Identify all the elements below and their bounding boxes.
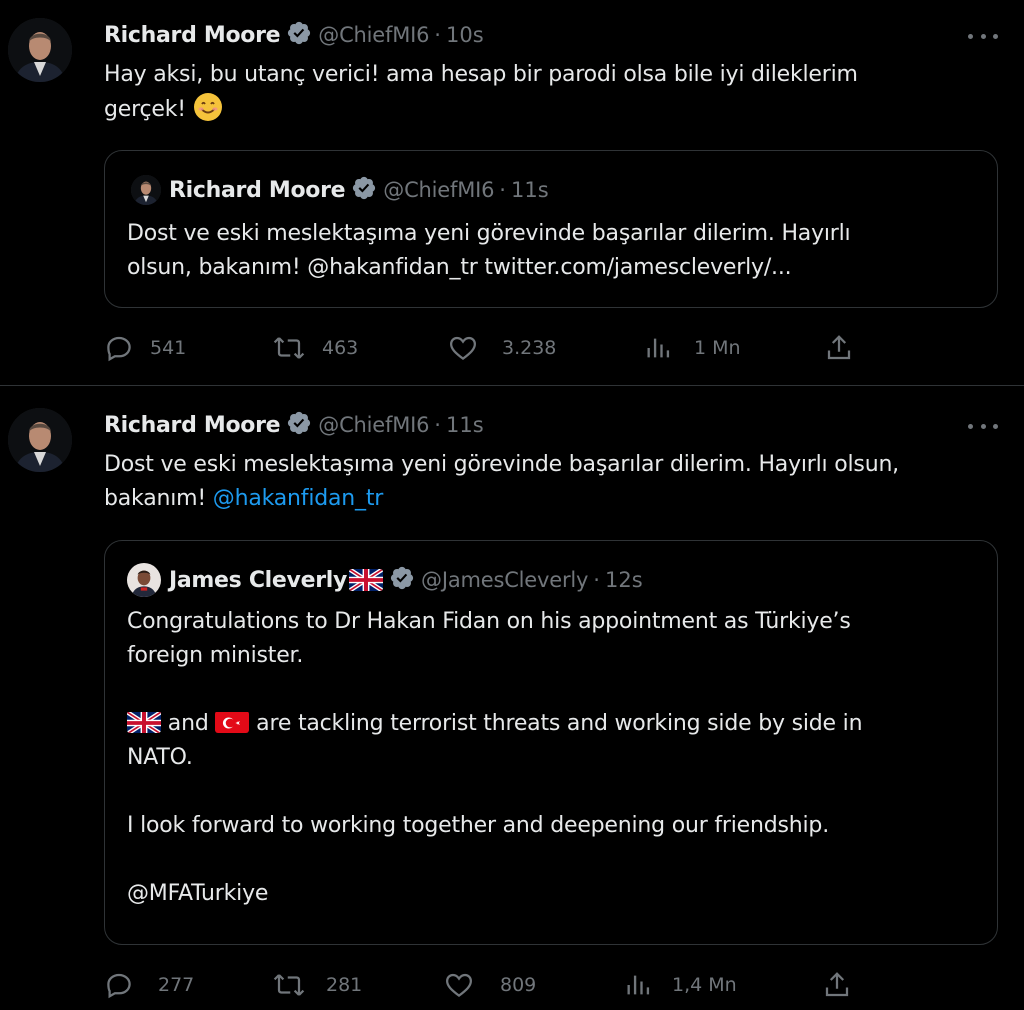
uk-flag-icon [349,569,383,591]
avatar[interactable] [8,408,72,472]
timestamp[interactable]: 10s [446,23,484,47]
author-handle: @ChiefMI6 [383,178,495,202]
author-name: Richard Moore [169,177,346,203]
retweet-count: 463 [322,337,359,359]
quoted-text: Dost ve eski meslektaşıma yeni görevinde… [127,217,977,285]
timestamp: 12s [604,568,643,592]
like-count: 809 [500,974,537,996]
verified-badge-icon [286,410,312,440]
quoted-text-fragment: are tackling terrorist threats and worki… [249,711,863,736]
views-icon [647,338,670,358]
retweet-icon [273,974,305,996]
author-handle[interactable]: @ChiefMI6 [318,23,429,47]
quoted-text-line: and are tackling terrorist threats and w… [127,707,987,741]
tweet-header: Richard Moore @ChiefMI6 · 11s [104,410,484,440]
action-bar: 541 463 3.238 1 Mn [104,330,864,366]
avatar[interactable] [8,18,72,82]
retweet-icon [273,337,305,359]
like-button[interactable]: 809 [444,967,536,1003]
quoted-text-line: foreign minister. [127,643,304,668]
more-icon[interactable] [968,30,998,42]
separator: · [593,568,600,592]
verified-badge-icon [351,175,377,205]
author-name[interactable]: Richard Moore [104,23,281,48]
views-count: 1,4 Mn [672,974,737,996]
author-name: James Cleverly [169,567,348,593]
share-button[interactable] [824,330,854,366]
mention-link[interactable]: @hakanfidan_tr [213,486,384,511]
share-icon [827,335,851,360]
tweet[interactable]: Richard Moore @ChiefMI6 · 10s Hay aksi, … [0,0,1024,386]
quoted-text-line: Dost ve eski meslektaşıma yeni görevinde… [127,221,851,246]
quoted-header: Richard Moore @ChiefMI6 · 11s [169,175,549,205]
timestamp[interactable]: 11s [446,413,484,437]
retweet-button[interactable]: 463 [272,330,358,366]
quoted-tweet[interactable]: James Cleverly @JamesCleverly · 12s Cong… [104,540,998,945]
quoted-text-line: olsun, bakanım! @hakanfidan_tr twitter.c… [127,255,792,280]
tweet-text-line: Dost ve eski meslektaşıma yeni görevinde… [104,452,899,477]
more-icon[interactable] [968,420,998,432]
quoted-text-line: @MFATurkiye [127,881,269,906]
reply-button[interactable]: 277 [104,967,194,1003]
tweet-header: Richard Moore @ChiefMI6 · 10s [104,20,484,50]
tweet[interactable]: Richard Moore @ChiefMI6 · 11s Dost ve es… [0,387,1024,1010]
tweet-text: Hay aksi, bu utanç verici! ama hesap bir… [104,58,984,133]
timestamp: 11s [510,178,549,202]
retweet-button[interactable]: 281 [272,967,362,1003]
share-button[interactable] [822,967,852,1003]
separator: · [499,178,506,202]
verified-badge-icon [286,20,312,50]
tweet-text-line: bakanım! [104,486,213,511]
like-button[interactable]: 3.238 [448,330,556,366]
retweet-count: 281 [326,974,363,996]
uk-flag-icon [127,711,161,733]
reply-count: 541 [150,337,187,359]
verified-badge-icon [389,565,415,595]
action-bar: 277 281 809 1,4 Mn [104,967,864,1003]
views-count: 1 Mn [694,337,741,359]
reply-button[interactable]: 541 [104,330,186,366]
avatar [127,563,161,597]
quoted-text-fragment: and [161,711,216,736]
quoted-header: James Cleverly @JamesCleverly · 12s [169,565,643,595]
tweet-text-line: Hay aksi, bu utanç verici! ama hesap bir… [104,62,858,87]
views-icon [627,975,650,995]
tweet-text: Dost ve eski meslektaşıma yeni görevinde… [104,448,1004,516]
like-icon [449,336,477,361]
views-button[interactable]: 1 Mn [644,330,741,366]
quoted-text-line: Congratulations to Dr Hakan Fidan on his… [127,609,851,634]
tweet-text-line: gerçek! [104,97,186,122]
turkey-flag-icon [215,711,249,733]
reply-count: 277 [158,974,195,996]
quoted-text-line: NATO. [127,745,193,770]
quoted-text-line: I look forward to working together and d… [127,813,829,838]
author-name[interactable]: Richard Moore [104,413,281,438]
quoted-text: Congratulations to Dr Hakan Fidan on his… [127,605,987,911]
avatar [131,175,161,205]
separator: · [434,413,441,437]
share-icon [825,972,849,997]
separator: · [434,23,441,47]
author-handle: @JamesCleverly [421,568,589,592]
smiling-face-emoji [193,92,223,133]
like-count: 3.238 [502,337,557,359]
reply-icon [107,973,131,999]
author-handle[interactable]: @ChiefMI6 [318,413,429,437]
views-button[interactable]: 1,4 Mn [624,967,737,1003]
reply-icon [107,336,131,362]
quoted-tweet[interactable]: Richard Moore @ChiefMI6 · 11s Dost ve es… [104,150,998,308]
like-icon [445,973,473,998]
